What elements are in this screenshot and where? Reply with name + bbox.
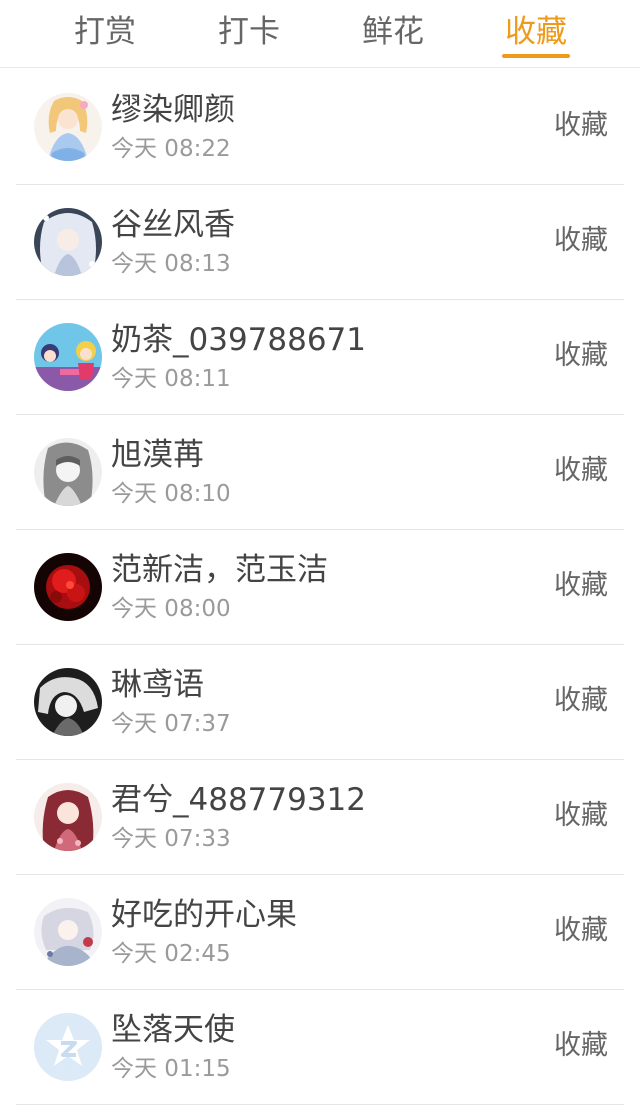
action-label: 收藏 (554, 685, 608, 716)
timestamp: 今天 08:10 (111, 481, 231, 507)
timestamp: 今天 07:33 (111, 826, 231, 852)
timestamp: 今天 08:11 (111, 366, 231, 392)
favorites-list: 缪染卿颜 今天 08:22 收藏 谷丝风香 今天 08:13 收藏 奶茶_039… (0, 70, 640, 1105)
action-label: 收藏 (554, 340, 608, 371)
action-label: 收藏 (554, 1030, 608, 1061)
action-label: 收藏 (554, 570, 608, 601)
tab-checkin[interactable]: 打卡 (216, 10, 282, 60)
red-flower-avatar (34, 553, 102, 621)
action-label: 收藏 (554, 110, 608, 141)
action-label: 收藏 (554, 455, 608, 486)
list-item[interactable]: 奶茶_039788671 今天 08:11 收藏 (16, 300, 624, 415)
user-name: 奶茶_039788671 (111, 322, 367, 358)
list-item[interactable]: 琳鸢语 今天 07:37 收藏 (16, 645, 624, 760)
action-label: 收藏 (554, 225, 608, 256)
list-item[interactable]: 谷丝风香 今天 08:13 收藏 (16, 185, 624, 300)
tab-label: 打卡 (218, 14, 280, 50)
active-tab-indicator (502, 54, 570, 58)
user-name: 范新洁，范玉洁 (111, 552, 328, 588)
user-name: 好吃的开心果 (111, 897, 297, 933)
monochrome-girl-avatar (34, 668, 102, 736)
list-item[interactable]: 好吃的开心果 今天 02:45 收藏 (16, 875, 624, 990)
list-item[interactable]: 缪染卿颜 今天 08:22 收藏 (16, 70, 624, 185)
list-item[interactable]: 范新洁，范玉洁 今天 08:00 收藏 (16, 530, 624, 645)
list-item[interactable]: 君兮_488779312 今天 07:33 收藏 (16, 760, 624, 875)
tab-label: 收藏 (505, 14, 567, 50)
anime-girl-pale-avatar (34, 898, 102, 966)
user-name: 谷丝风香 (111, 207, 235, 243)
tab-reward[interactable]: 打赏 (72, 10, 138, 60)
tab-flowers[interactable]: 鲜花 (360, 10, 426, 60)
timestamp: 今天 01:15 (111, 1056, 231, 1082)
anime-girls-group-avatar (34, 323, 102, 391)
tab-label: 鲜花 (362, 14, 424, 50)
tab-favorites[interactable]: 收藏 (502, 10, 570, 60)
sketch-girl-avatar (34, 438, 102, 506)
user-name: 缪染卿颜 (111, 92, 235, 128)
user-name: 琳鸢语 (111, 667, 204, 703)
timestamp: 今天 08:13 (111, 251, 231, 277)
red-hair-girl-avatar (34, 783, 102, 851)
timestamp: 今天 02:45 (111, 941, 231, 967)
list-item[interactable]: 坠落天使 今天 01:15 收藏 (16, 990, 624, 1105)
user-name: 旭漠苒 (111, 437, 204, 473)
tab-label: 打赏 (74, 14, 136, 50)
anime-girl-white-hair-avatar (34, 208, 102, 276)
action-label: 收藏 (554, 915, 608, 946)
timestamp: 今天 08:22 (111, 136, 231, 162)
timestamp: 今天 07:37 (111, 711, 231, 737)
action-label: 收藏 (554, 800, 608, 831)
list-item[interactable]: 旭漠苒 今天 08:10 收藏 (16, 415, 624, 530)
tab-bar: 打赏 打卡 鲜花 收藏 (0, 0, 640, 68)
timestamp: 今天 08:00 (111, 596, 231, 622)
user-name: 坠落天使 (111, 1012, 235, 1048)
default-qq-avatar (34, 1013, 102, 1081)
anime-girl-blonde-avatar (34, 93, 102, 161)
user-name: 君兮_488779312 (111, 782, 367, 818)
